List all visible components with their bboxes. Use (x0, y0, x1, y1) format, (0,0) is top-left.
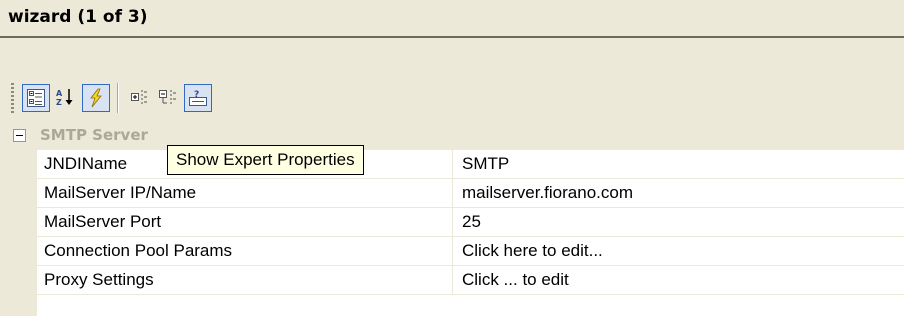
property-sheet-panel: wizard (1 of 3) A Z ? SMTP Server JNDINa… (0, 0, 904, 316)
property-value[interactable]: mailserver.fiorano.com (453, 179, 904, 207)
property-value[interactable]: Click ... to edit (453, 266, 904, 294)
panel-title: wizard (1 of 3) (8, 7, 148, 27)
panel-title-bar: wizard (1 of 3) (0, 0, 904, 38)
property-row-mailserver-port[interactable]: MailServer Port 25 (37, 208, 904, 237)
property-name: Proxy Settings (37, 266, 453, 294)
property-help-button[interactable]: ? (184, 84, 212, 112)
category-row-smtp-server[interactable]: SMTP Server (0, 122, 904, 150)
category-label: SMTP Server (40, 126, 148, 144)
show-expert-properties-button[interactable] (82, 84, 110, 112)
grid-gutter (0, 150, 37, 316)
tooltip: Show Expert Properties (167, 145, 364, 175)
property-row-connection-pool-params[interactable]: Connection Pool Params Click here to edi… (37, 237, 904, 266)
expand-all-button[interactable] (126, 84, 154, 112)
collapse-all-icon (159, 90, 176, 104)
show-expert-properties-icon (90, 88, 102, 108)
categorized-view-icon (27, 89, 45, 107)
categorized-view-button[interactable] (22, 84, 50, 112)
svg-text:Z: Z (56, 98, 62, 107)
property-value[interactable]: Click here to edit... (453, 237, 904, 265)
property-row-mailserver-ip-name[interactable]: MailServer IP/Name mailserver.fiorano.co… (37, 179, 904, 208)
property-value[interactable]: 25 (453, 208, 904, 236)
svg-text:?: ? (194, 90, 199, 100)
property-grid: SMTP Server JNDIName SMTP MailServer IP/… (0, 122, 904, 316)
collapse-icon[interactable] (13, 129, 26, 142)
property-name: MailServer Port (37, 208, 453, 236)
svg-text:A: A (56, 89, 63, 98)
collapse-all-button[interactable] (154, 84, 182, 112)
sort-alphabetical-button[interactable]: A Z (52, 84, 80, 112)
property-row-proxy-settings[interactable]: Proxy Settings Click ... to edit (37, 266, 904, 295)
expand-all-icon (131, 90, 147, 104)
property-value[interactable]: SMTP (453, 150, 904, 178)
toolbar-grip[interactable] (11, 83, 14, 113)
sort-alphabetical-icon: A Z (56, 89, 73, 107)
property-name: MailServer IP/Name (37, 179, 453, 207)
property-toolbar: A Z ? (0, 38, 904, 122)
property-help-icon: ? (189, 90, 207, 106)
toolbar-separator (117, 83, 119, 113)
property-name: Connection Pool Params (37, 237, 453, 265)
